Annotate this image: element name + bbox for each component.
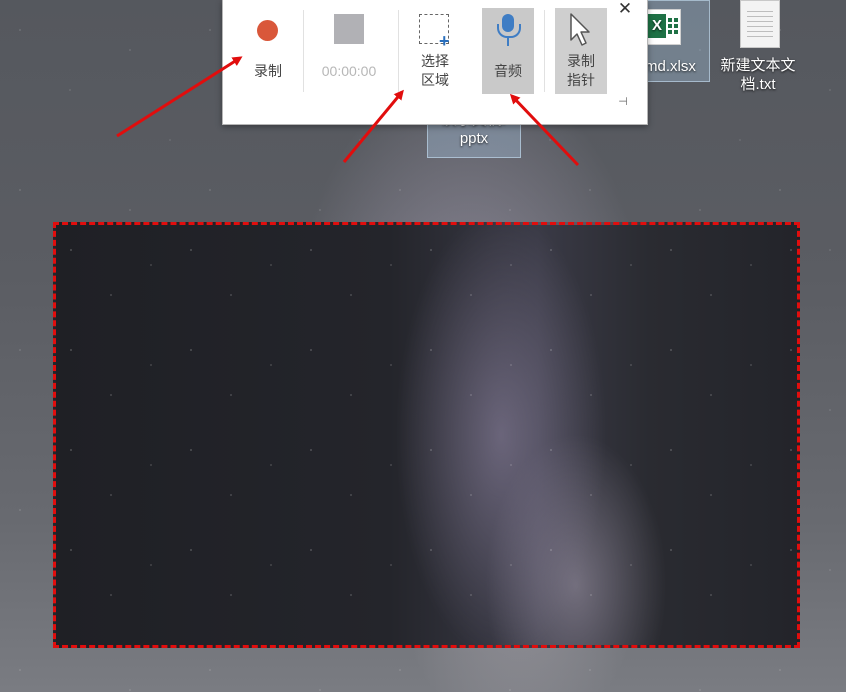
toolbar-divider [544,10,545,92]
record-pointer-button[interactable]: 录制指针 [555,8,607,94]
record-pointer-label: 录制指针 [567,53,595,88]
desktop-icon-label: 新建文本文档.txt [720,57,796,93]
excel-file-icon: X [647,9,681,45]
desktop-icon-txt[interactable]: 新建文本文档.txt [712,0,804,96]
record-dot-icon [257,20,278,41]
close-icon[interactable]: ✕ [615,0,635,18]
stop-square-icon [334,14,364,44]
select-area-button[interactable]: + 选择区域 [405,8,465,94]
text-file-icon [740,0,780,48]
recording-timer: 00:00:00 [321,63,377,79]
screen-recording-toolbar: 录制 00:00:00 + 选择区域 音频 录制指针 ✕ ⊣ [222,0,648,125]
toolbar-divider [303,10,304,92]
desktop-icon-label-ext: pptx [459,130,489,147]
recording-area-selection[interactable] [53,222,800,648]
stop-button[interactable]: 00:00:00 [307,8,391,94]
cursor-icon [570,13,590,46]
audio-label: 音频 [494,63,522,79]
record-label: 录制 [254,63,282,79]
desktop-icon-label: md.xlsx [645,58,696,75]
select-area-label: 选择区域 [421,53,449,88]
pin-icon[interactable]: ⊣ [615,96,631,108]
audio-button[interactable]: 音频 [482,8,534,94]
plus-icon: + [439,31,450,51]
toolbar-divider [398,10,399,92]
record-button[interactable]: 录制 [241,8,295,94]
